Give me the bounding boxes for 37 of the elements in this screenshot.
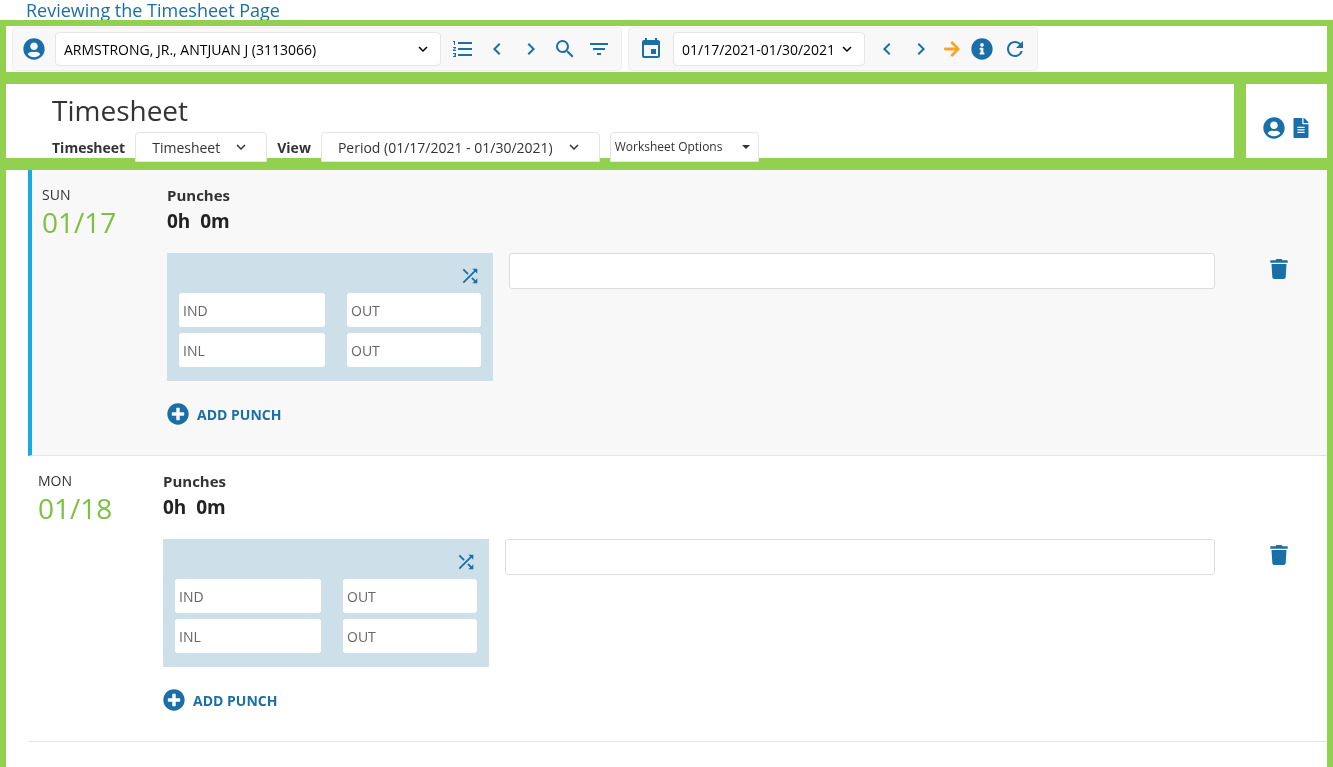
note-field[interactable] [509,253,1215,289]
employee-select[interactable]: ARMSTRONG, JR., ANTJUAN J (3113066) [55,32,441,66]
punches-label: Punches [167,184,232,207]
page-heading: Timesheet [52,92,190,128]
punch-field[interactable]: INL [175,619,321,653]
punch-field[interactable]: OUT [343,579,477,613]
trash-icon[interactable] [1269,545,1289,565]
punch-field[interactable]: OUT [347,333,481,367]
info-icon[interactable] [971,38,993,60]
add-punch-button[interactable]: ADD PUNCH [167,403,282,425]
total-hours: 0h 0m [163,492,227,521]
weekday-label: MON [38,470,74,491]
punch-field[interactable]: INL [179,333,325,367]
page-title: Reviewing the Timesheet Page [25,0,281,20]
day-date: 01/17 [42,205,118,239]
filter-label: View [277,136,311,158]
trash-icon[interactable] [1269,259,1289,279]
filter-select[interactable]: Period (01/17/2021 - 01/30/2021) [320,132,600,162]
weekday-label: SUN [42,184,72,205]
punches-label: Punches [163,470,228,493]
total-hours: 0h 0m [167,206,231,235]
punch-field[interactable]: OUT [343,619,477,653]
plus-icon [163,689,185,711]
period-select[interactable]: 01/17/2021-01/30/2021 [673,32,865,66]
user-icon [23,38,45,60]
filter-select[interactable]: Timesheet [135,132,268,162]
plus-icon [167,403,189,425]
add-punch-button[interactable]: ADD PUNCH [163,689,278,711]
options-menu-button[interactable]: Worksheet Options [609,132,760,162]
punch-field[interactable]: IND [175,579,321,613]
note-field[interactable] [505,539,1215,575]
punch-field[interactable]: OUT [347,293,481,327]
caret-icon [742,145,751,149]
filter-label: Timesheet [52,136,126,158]
day-date: 01/18 [38,491,114,525]
calendar-icon [639,37,663,61]
punch-field[interactable]: IND [179,293,325,327]
